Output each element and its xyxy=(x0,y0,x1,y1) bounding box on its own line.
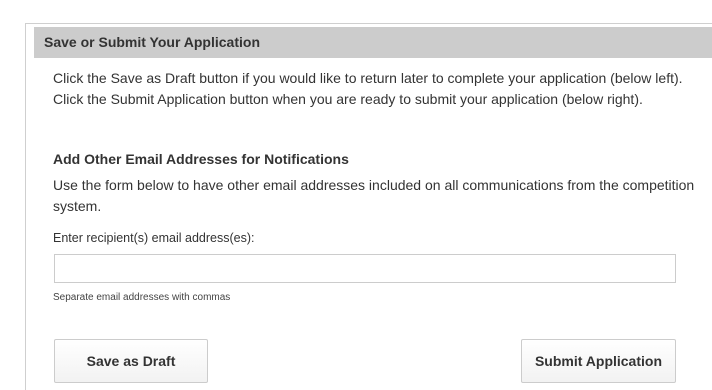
save-submit-panel: Save or Submit Your Application Click th… xyxy=(25,23,712,390)
submit-application-button[interactable]: Submit Application xyxy=(521,339,676,383)
notifications-heading: Add Other Email Addresses for Notificati… xyxy=(53,151,349,167)
intro-text: Click the Save as Draft button if you wo… xyxy=(53,70,683,107)
notifications-description: Use the form below to have other email a… xyxy=(53,177,695,214)
email-help-text: Separate email addresses with commas xyxy=(53,292,231,303)
panel-header: Save or Submit Your Application xyxy=(34,27,712,58)
save-as-draft-button[interactable]: Save as Draft xyxy=(54,339,208,383)
email-label: Enter recipient(s) email address(es): xyxy=(53,231,255,245)
email-input[interactable] xyxy=(54,254,676,283)
